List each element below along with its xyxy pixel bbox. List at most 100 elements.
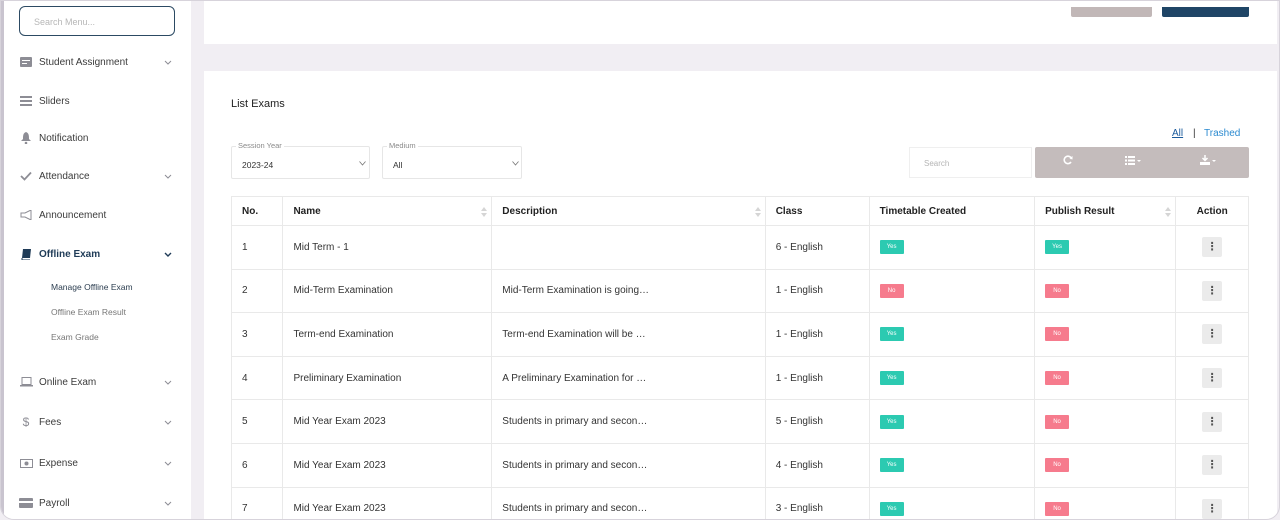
cell-action: ⋮ — [1175, 486, 1249, 519]
sidebar-search-input[interactable]: Search Menu... — [19, 6, 175, 36]
cell-description: A Preliminary Examination for … — [491, 355, 766, 401]
cell-publish: No — [1034, 399, 1177, 444]
submit-button[interactable] — [1162, 7, 1249, 17]
sidebar-item-fees[interactable]: $ Fees — [4, 409, 191, 435]
sidebar-item-offline-exam[interactable]: Offline Exam — [4, 241, 191, 267]
export-icon[interactable] — [1200, 155, 1216, 168]
cell-class: 1 - English — [764, 268, 870, 314]
sidebar-item-label: Online Exam — [39, 376, 97, 388]
timetable-status-badge: Yes — [879, 371, 904, 386]
chevron-down-icon — [359, 161, 366, 166]
assignment-icon — [19, 56, 33, 68]
kebab-menu-icon[interactable]: ⋮ — [1202, 237, 1223, 258]
kebab-menu-icon[interactable]: ⋮ — [1202, 411, 1223, 432]
link-separator: | — [1193, 128, 1196, 139]
table-search-input[interactable]: Search — [909, 147, 1032, 178]
cell-action: ⋮ — [1175, 442, 1249, 488]
cell-no: 7 — [230, 486, 284, 519]
refresh-icon[interactable] — [1063, 155, 1073, 168]
table-row: 4 Preliminary Examination A Preliminary Ex… — [230, 355, 1249, 401]
cell-publish: No — [1034, 312, 1177, 357]
col-header-class[interactable]: Class — [764, 196, 870, 226]
cell-name: Mid Term - 1 — [282, 225, 493, 270]
session-year-select[interactable]: Session Year 2023-24 — [231, 141, 370, 179]
medium-label: Medium — [387, 141, 418, 150]
payroll-icon — [19, 497, 33, 509]
col-header-action: Action — [1175, 196, 1249, 226]
sidebar-item-expense[interactable]: Expense — [4, 450, 191, 476]
table-toolbar — [1035, 147, 1249, 178]
col-header-no[interactable]: No. — [230, 196, 284, 226]
sidebar-item-payroll[interactable]: Payroll — [4, 490, 191, 516]
kebab-menu-icon[interactable]: ⋮ — [1202, 368, 1223, 389]
cell-name: Preliminary Examination — [282, 355, 493, 401]
money-icon — [19, 457, 33, 469]
medium-select[interactable]: Medium All — [382, 141, 522, 179]
trashed-link[interactable]: Trashed — [1204, 128, 1240, 139]
cell-no: 5 — [230, 399, 284, 444]
kebab-menu-icon[interactable]: ⋮ — [1202, 280, 1223, 301]
sidebar-item-announcement[interactable]: Announcement — [4, 202, 191, 228]
medium-value: All — [393, 160, 403, 170]
cell-name: Mid Year Exam 2023 — [282, 442, 493, 488]
kebab-menu-icon[interactable]: ⋮ — [1202, 324, 1223, 345]
cell-publish: No — [1034, 442, 1177, 488]
cell-publish: Yes — [1034, 225, 1177, 270]
publish-status-badge: No — [1045, 458, 1070, 473]
cell-action: ⋮ — [1175, 399, 1249, 444]
cell-action: ⋮ — [1175, 268, 1249, 314]
col-header-description[interactable]: Description — [491, 196, 766, 226]
cell-description: Students in primary and secon… — [491, 486, 766, 519]
sidebar-subitem-manage-offline-exam[interactable]: Manage Offline Exam — [51, 282, 133, 292]
exams-table: No. Name Description Class Timetable Cre… — [230, 196, 1249, 519]
kebab-menu-icon[interactable]: ⋮ — [1202, 455, 1223, 476]
chevron-down-icon — [164, 174, 172, 179]
cell-class: 1 - English — [764, 312, 870, 357]
sidebar-subitem-offline-exam-result[interactable]: Offline Exam Result — [51, 307, 126, 317]
sidebar-item-notification[interactable]: Notification — [4, 125, 191, 151]
cell-action: ⋮ — [1175, 312, 1249, 357]
cell-no: 2 — [230, 268, 284, 314]
col-header-name[interactable]: Name — [282, 196, 493, 226]
sidebar-item-online-exam[interactable]: Online Exam — [4, 369, 191, 395]
timetable-status-badge: Yes — [879, 501, 904, 516]
timetable-status-badge: Yes — [879, 240, 904, 255]
table-row: 5 Mid Year Exam 2023 Students in primary a… — [230, 399, 1249, 444]
laptop-icon — [19, 376, 33, 388]
col-header-publish-result[interactable]: Publish Result — [1034, 196, 1177, 226]
sidebar-item-sliders[interactable]: Sliders — [4, 88, 191, 114]
cell-class: 4 - English — [764, 442, 870, 488]
cell-description: Students in primary and secon… — [491, 442, 766, 488]
cell-class: 6 - English — [764, 225, 870, 270]
cell-name: Term-end Examination — [282, 312, 493, 357]
reset-button[interactable] — [1071, 7, 1152, 17]
sidebar-subitem-exam-grade[interactable]: Exam Grade — [51, 332, 99, 342]
publish-status-badge: No — [1045, 371, 1070, 386]
cell-publish: No — [1034, 268, 1177, 314]
chevron-down-icon — [164, 60, 172, 65]
cell-name: Mid Year Exam 2023 — [282, 399, 493, 444]
cell-description: Mid-Term Examination is going… — [491, 268, 766, 314]
cell-publish: No — [1034, 486, 1177, 519]
publish-status-badge: Yes — [1045, 240, 1070, 255]
cell-no: 4 — [230, 355, 284, 401]
table-row: 6 Mid Year Exam 2023 Students in primary a… — [230, 442, 1249, 488]
cell-class: 5 - English — [764, 399, 870, 444]
sidebar-item-student-assignment[interactable]: Student Assignment — [4, 49, 191, 75]
app-frame: Search Menu... Student Assignment Slider… — [0, 0, 1280, 520]
sidebar-item-label: Fees — [39, 416, 62, 428]
sidebar-item-attendance[interactable]: Attendance — [4, 163, 191, 189]
cell-description — [491, 225, 766, 270]
col-header-timetable-created[interactable]: Timetable Created — [868, 196, 1036, 226]
cell-no: 1 — [230, 225, 284, 270]
cell-no: 6 — [230, 442, 284, 488]
cell-name: Mid Year Exam 2023 — [282, 486, 493, 519]
sidebar: Search Menu... Student Assignment Slider… — [4, 1, 191, 519]
sidebar-item-label: Payroll — [39, 497, 70, 509]
columns-icon[interactable] — [1125, 155, 1141, 168]
cell-action: ⋮ — [1175, 225, 1249, 270]
cell-action: ⋮ — [1175, 355, 1249, 401]
all-link[interactable]: All — [1172, 128, 1183, 139]
timetable-status-badge: No — [879, 283, 904, 298]
kebab-menu-icon[interactable]: ⋮ — [1202, 498, 1223, 519]
